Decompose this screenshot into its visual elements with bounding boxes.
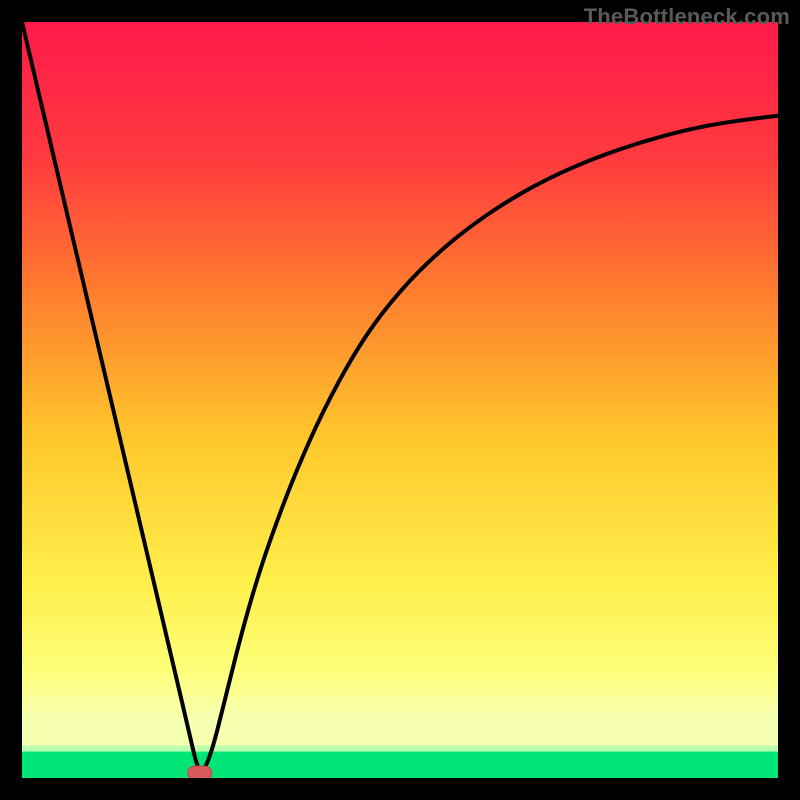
chart-svg	[22, 22, 778, 778]
plot-area	[22, 22, 778, 778]
green-transition	[22, 746, 778, 752]
chart-frame: TheBottleneck.com	[0, 0, 800, 800]
green-band	[22, 752, 778, 778]
watermark-text: TheBottleneck.com	[584, 4, 790, 30]
optimal-marker	[188, 766, 212, 778]
